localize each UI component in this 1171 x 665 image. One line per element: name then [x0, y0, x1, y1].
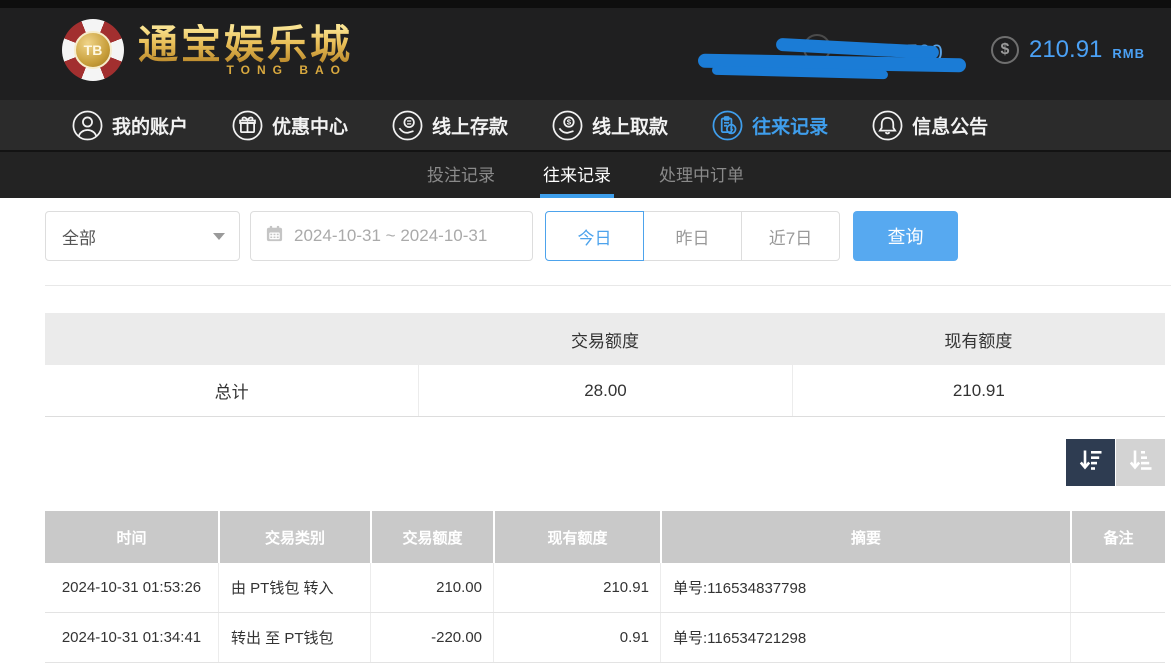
summary-header-trade-amount: 交易额度	[418, 313, 791, 365]
site-logo[interactable]: TB 通宝娱乐城 TONG BAO	[62, 19, 353, 81]
cell-current-amount: 0.91	[493, 613, 660, 662]
record-tabs: 投注记录 往来记录 处理中订单	[0, 152, 1171, 198]
top-header: TB 通宝娱乐城 TONG BAO 500 $ 210.91 RMB	[0, 0, 1171, 100]
nav-item-promotions[interactable]: 优惠中心	[232, 110, 348, 141]
deposit-icon	[392, 110, 423, 141]
bell-icon	[872, 110, 903, 141]
user-icon	[72, 110, 103, 141]
page: TB 通宝娱乐城 TONG BAO 500 $ 210.91 RMB	[0, 0, 1171, 665]
cell-current-amount: 210.91	[493, 563, 660, 612]
cell-summary: 单号:116534837798	[660, 563, 1070, 612]
sort-ascending-button[interactable]	[1116, 439, 1165, 486]
nav-item-transactions[interactable]: 往来记录	[712, 110, 828, 141]
balance-amount: 210.91	[1029, 36, 1102, 64]
dollar-coin-icon: $	[991, 36, 1019, 64]
svg-text:$: $	[567, 117, 572, 126]
cell-note	[1070, 563, 1165, 612]
summary-header-current-amount: 现有额度	[792, 313, 1165, 365]
cell-note	[1070, 613, 1165, 662]
col-header-summary: 摘要	[660, 511, 1070, 563]
sort-ascending-icon	[1127, 446, 1155, 479]
summary-table: 交易额度 现有额度 总计 28.00 210.91	[45, 313, 1165, 417]
table-row: 2024-10-31 01:53:26 由 PT钱包 转入 210.00 210…	[45, 563, 1165, 613]
table-row: 2024-10-31 01:34:41 转出 至 PT钱包 -220.00 0.…	[45, 613, 1165, 663]
filter-row: 全部 2024-10-31 ~ 2024-10-31 今日	[45, 211, 1171, 261]
chevron-down-icon	[213, 233, 225, 240]
tab-pending-orders[interactable]: 处理中订单	[656, 152, 747, 198]
section-divider	[45, 285, 1171, 286]
wallet-balance[interactable]: $ 210.91 RMB	[991, 36, 1145, 64]
chip-monogram: TB	[74, 31, 112, 69]
summary-trade-amount: 28.00	[418, 365, 791, 416]
top-strip	[0, 0, 1171, 8]
summary-total-label: 总计	[45, 365, 418, 416]
balance-currency: RMB	[1112, 46, 1145, 61]
summary-header-row: 交易额度 现有额度	[45, 313, 1165, 365]
sort-controls	[45, 439, 1165, 486]
nav-label: 往来记录	[752, 112, 828, 139]
type-select-value: 全部	[62, 224, 96, 249]
summary-current-amount: 210.91	[792, 365, 1165, 416]
date-range-value: 2024-10-31 ~ 2024-10-31	[294, 226, 487, 246]
nav-item-withdraw[interactable]: $ 线上取款	[552, 110, 668, 141]
cell-trade-amount: -220.00	[370, 613, 493, 662]
summary-total-row: 总计 28.00 210.91	[45, 365, 1165, 417]
last-7-days-button[interactable]: 近7日	[741, 211, 840, 261]
cell-trade-amount: 210.00	[370, 563, 493, 612]
username-redacted: 500	[690, 28, 990, 88]
main-nav: 我的账户 优惠中心	[0, 100, 1171, 152]
logo-text: 通宝娱乐城 TONG BAO	[138, 24, 353, 77]
cell-summary: 单号:116534721298	[660, 613, 1070, 662]
tab-betting-records[interactable]: 投注记录	[424, 152, 498, 198]
cell-time: 2024-10-31 01:53:26	[45, 563, 218, 612]
yesterday-button[interactable]: 昨日	[643, 211, 742, 261]
nav-label: 信息公告	[912, 112, 988, 139]
nav-item-deposit[interactable]: 线上存款	[392, 110, 508, 141]
quick-range-group: 今日 昨日 近7日	[545, 211, 840, 261]
nav-label: 线上存款	[432, 112, 508, 139]
sort-descending-icon	[1077, 446, 1105, 479]
tab-transaction-records[interactable]: 往来记录	[540, 152, 614, 198]
summary-header-empty	[45, 313, 418, 365]
nav-item-my-account[interactable]: 我的账户	[72, 110, 188, 141]
calendar-icon	[265, 224, 284, 248]
nav-label: 线上取款	[592, 112, 668, 139]
col-header-current-amount: 现有额度	[493, 511, 660, 563]
col-header-type: 交易类别	[218, 511, 370, 563]
col-header-trade-amount: 交易额度	[370, 511, 493, 563]
nav-label: 我的账户	[112, 112, 188, 139]
withdraw-icon: $	[552, 110, 583, 141]
cell-type: 转出 至 PT钱包	[218, 613, 370, 662]
logo-name-cn: 通宝娱乐城	[138, 24, 353, 66]
records-table: 时间 交易类别 交易额度 现有额度 摘要 备注 2024-10-31 01:53…	[45, 511, 1165, 663]
nav-item-announcements[interactable]: 信息公告	[872, 110, 988, 141]
type-select[interactable]: 全部	[45, 211, 240, 261]
gift-icon	[232, 110, 263, 141]
nav-label: 优惠中心	[272, 112, 348, 139]
records-header-row: 时间 交易类别 交易额度 现有额度 摘要 备注	[45, 511, 1165, 563]
col-header-time: 时间	[45, 511, 218, 563]
cell-time: 2024-10-31 01:34:41	[45, 613, 218, 662]
cell-type: 由 PT钱包 转入	[218, 563, 370, 612]
col-header-note: 备注	[1070, 511, 1165, 563]
today-button[interactable]: 今日	[545, 211, 644, 261]
date-range-input[interactable]: 2024-10-31 ~ 2024-10-31	[250, 211, 533, 261]
transactions-icon	[712, 110, 743, 141]
poker-chip-icon: TB	[62, 19, 124, 81]
sort-descending-button[interactable]	[1066, 439, 1115, 486]
search-button[interactable]: 查询	[853, 211, 958, 261]
